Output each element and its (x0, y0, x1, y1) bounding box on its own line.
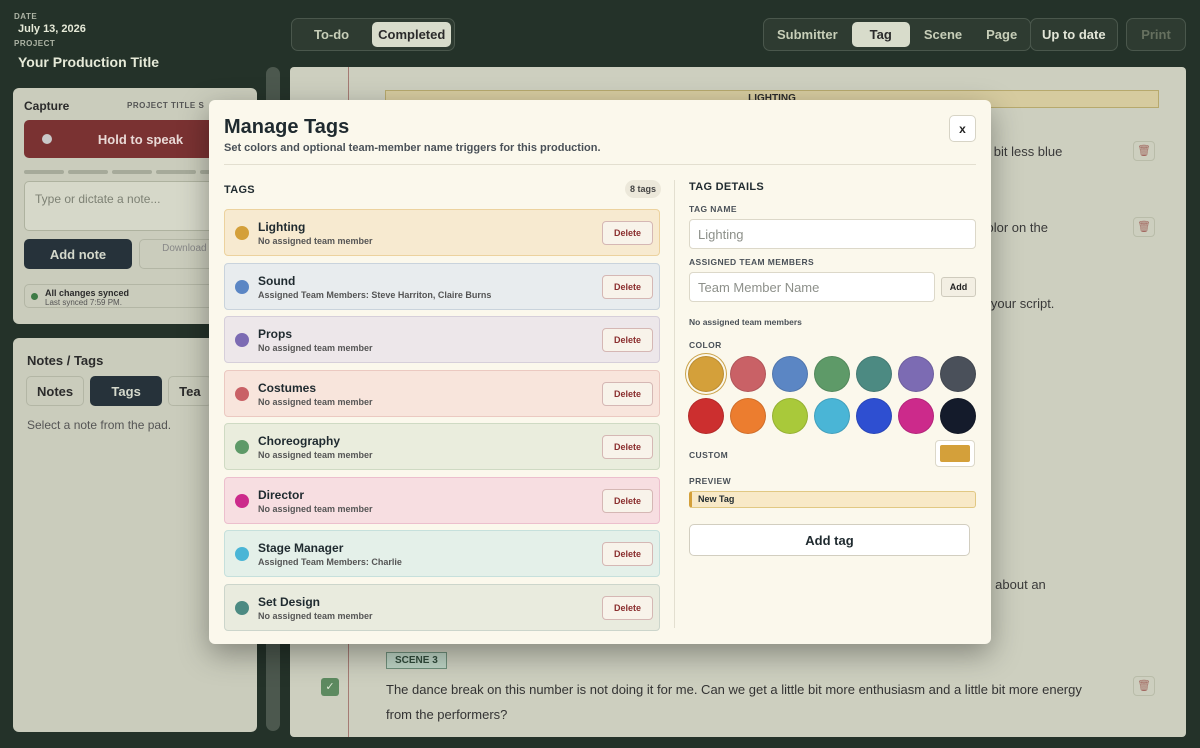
tag-name: Set Design (258, 594, 321, 609)
custom-color-label: CUSTOM (689, 450, 729, 460)
color-swatch[interactable] (856, 398, 892, 434)
tag-members: No assigned team member (258, 450, 373, 460)
color-swatch[interactable] (688, 398, 724, 434)
delete-tag-button[interactable]: Delete (602, 381, 653, 406)
color-swatch[interactable] (856, 356, 892, 392)
color-swatch[interactable] (772, 356, 808, 392)
color-swatch[interactable] (730, 398, 766, 434)
delete-tag-button[interactable]: Delete (602, 488, 653, 513)
tag-details-heading: TAG DETAILS (689, 181, 764, 193)
tag-row[interactable]: Choreography No assigned team member Delet… (224, 423, 660, 470)
tag-row[interactable]: Props No assigned team member Delete (224, 316, 660, 363)
color-swatch[interactable] (730, 356, 766, 392)
tag-color-swatch (235, 226, 249, 240)
dialog-title: Manage Tags (224, 116, 350, 138)
close-button[interactable]: x (949, 115, 976, 142)
delete-tag-button[interactable]: Delete (602, 595, 653, 620)
add-member-button[interactable]: Add (941, 277, 976, 297)
tag-name: Sound (258, 273, 296, 288)
tag-color-swatch (235, 279, 249, 294)
manage-tags-dialog: Manage Tags Set colors and optional team… (209, 100, 991, 644)
tag-name-label: TAG NAME (689, 204, 737, 214)
delete-tag-button[interactable]: Delete (602, 435, 653, 459)
tag-row[interactable]: Lighting No assigned team member Delete (224, 209, 660, 256)
tags-count-badge: 8 tags (625, 180, 662, 198)
color-swatch[interactable] (898, 398, 934, 434)
tag-name: Stage Manager (258, 541, 344, 555)
tag-members: No assigned team member (258, 610, 373, 621)
tag-members: No assigned team member (258, 396, 373, 407)
tag-name: Costumes (258, 380, 317, 395)
tag-color-swatch (235, 333, 249, 347)
tag-name-input[interactable]: Lighting (689, 219, 976, 249)
color-swatch[interactable] (940, 398, 976, 434)
tag-members: Assigned Team Members: Charlie (258, 557, 402, 567)
color-swatch[interactable] (814, 398, 850, 434)
team-member-input[interactable]: Team Member Name (689, 272, 935, 302)
tag-color-swatch (235, 547, 249, 561)
color-swatch[interactable] (940, 356, 976, 392)
divider (224, 164, 976, 165)
tags-heading: TAGS (224, 184, 255, 196)
tag-row[interactable]: Director No assigned team member Delete (224, 476, 660, 524)
tag-name: Choreography (258, 434, 341, 448)
tag-members: Assigned Team Members: Steve Harriton, C… (258, 289, 492, 300)
color-palette (688, 356, 978, 434)
members-label: ASSIGNED TEAM MEMBERS (689, 257, 815, 267)
delete-tag-button[interactable]: Delete (602, 221, 653, 245)
tag-members: No assigned team member (258, 236, 373, 246)
tag-preview: New Tag (689, 491, 976, 508)
tag-name: Lighting (258, 220, 306, 234)
tag-row[interactable]: Stage Manager Assigned Team Members: Char… (224, 530, 660, 577)
tag-name: Director (258, 487, 305, 502)
tag-members: No assigned team member (258, 343, 373, 353)
add-tag-button[interactable]: Add tag (689, 524, 970, 556)
tag-name: Props (258, 327, 293, 341)
delete-tag-button[interactable]: Delete (602, 274, 653, 299)
tag-list: Lighting No assigned team member Delete Sou… (224, 209, 660, 637)
no-members-text: No assigned team members (689, 317, 802, 327)
tag-color-swatch (235, 440, 249, 454)
color-swatch[interactable] (814, 356, 850, 392)
tag-row[interactable]: Costumes No assigned team member Delete (224, 369, 660, 417)
dialog-subtitle: Set colors and optional team-member name… (224, 142, 601, 154)
color-label: COLOR (689, 340, 722, 350)
preview-label: PREVIEW (689, 476, 732, 486)
tag-row[interactable]: Set Design No assigned team member Delete (224, 583, 660, 631)
color-swatch[interactable] (772, 398, 808, 434)
tag-members: No assigned team member (258, 503, 373, 514)
custom-color-fill (940, 445, 970, 462)
tag-color-swatch (235, 600, 249, 615)
column-divider (674, 180, 675, 628)
custom-color-picker[interactable] (935, 440, 975, 467)
tag-color-swatch (235, 386, 249, 401)
delete-tag-button[interactable]: Delete (602, 542, 653, 566)
color-swatch[interactable] (688, 356, 724, 392)
color-swatch[interactable] (898, 356, 934, 392)
delete-tag-button[interactable]: Delete (602, 328, 653, 352)
tag-color-swatch (235, 493, 249, 508)
tag-row[interactable]: Sound Assigned Team Members: Steve Harrit… (224, 262, 660, 310)
